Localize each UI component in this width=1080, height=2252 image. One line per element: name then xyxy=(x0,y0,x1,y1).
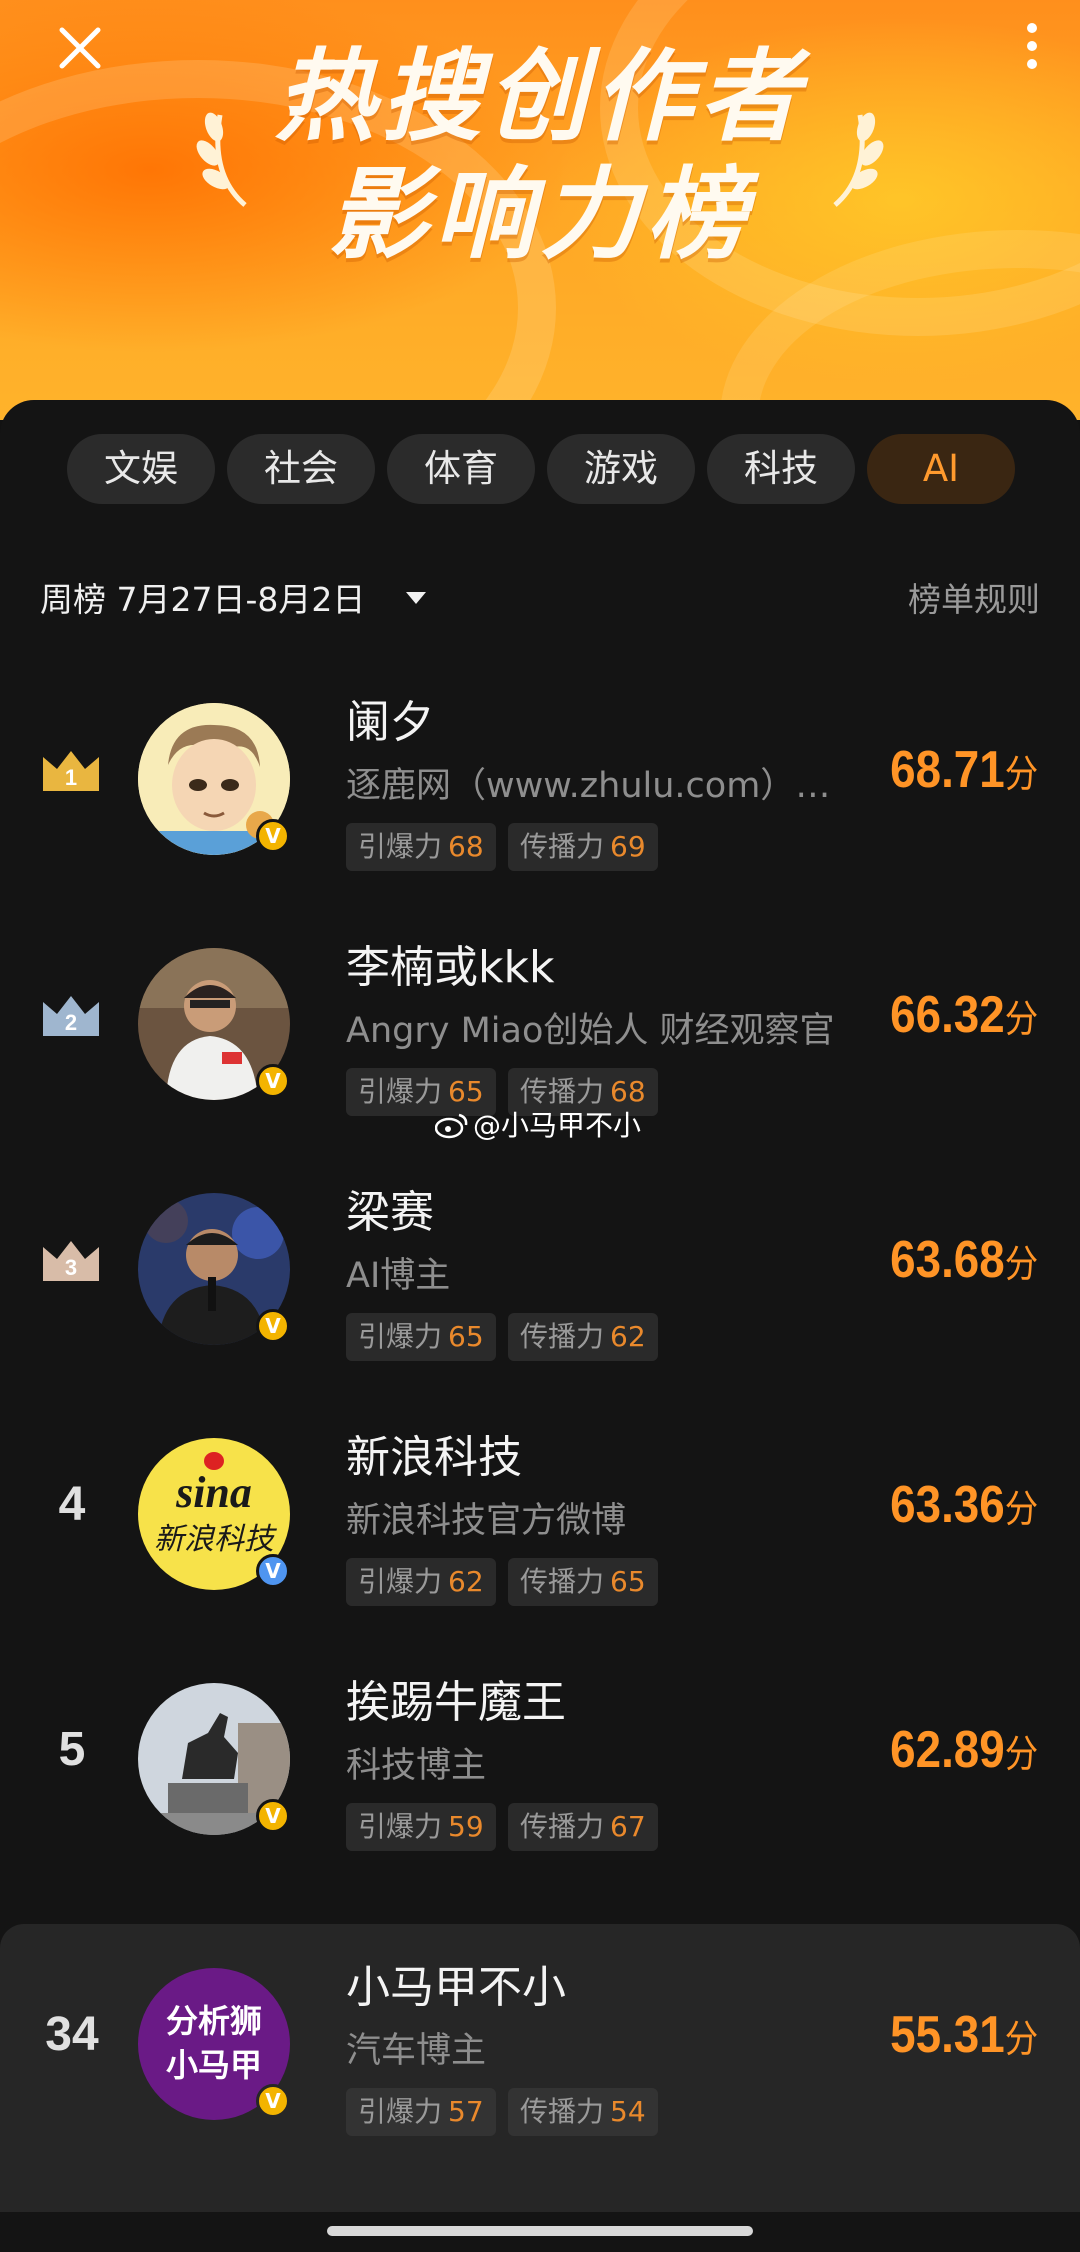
score: 63.36分 xyxy=(890,1476,1038,1534)
verified-badge-icon: V xyxy=(256,1309,290,1343)
creator-desc: Angry Miao创始人 财经观察官 xyxy=(346,1011,835,1051)
score: 63.68分 xyxy=(890,1231,1038,1289)
tab-keji[interactable]: 科技 xyxy=(707,434,855,504)
avatar-text: 分析狮 xyxy=(165,2002,262,2040)
creator-desc: 新浪科技官方微博 xyxy=(346,1501,627,1541)
score: 55.31分 xyxy=(890,2006,1038,2064)
burst-pill: 引爆力 65 xyxy=(346,1313,496,1361)
ranking-row[interactable]: 2 V 李楠或kkk Angry Miao创始人 财经观察官 引爆力 65 传播力… xyxy=(0,910,1080,1130)
sina-logo: sina xyxy=(176,1468,252,1517)
tab-wenyu[interactable]: 文娱 xyxy=(67,434,215,504)
period-row: 周榜 7月27日-8月2日 榜单规则 xyxy=(40,572,1040,628)
ranking-row[interactable]: 3 V 梁赛 AI博主 引爆力 65 传播力 62 63.68分 xyxy=(0,1155,1080,1375)
rank-number: 4 xyxy=(58,1478,86,1531)
creator-desc: 汽车博主 xyxy=(346,2031,487,2071)
rank-number: 34 xyxy=(45,2008,99,2061)
period-selector[interactable]: 周榜 7月27日-8月2日 xyxy=(40,572,365,628)
sina-eye-icon xyxy=(204,1452,224,1470)
caret-down-icon[interactable] xyxy=(406,592,426,604)
verified-badge-icon: V xyxy=(256,1799,290,1833)
bronze-crown-icon: 3 xyxy=(43,1241,99,1281)
burst-pill: 引爆力 68 xyxy=(346,823,496,871)
tab-youxi[interactable]: 游戏 xyxy=(547,434,695,504)
creator-name[interactable]: 小马甲不小 xyxy=(346,1958,566,2018)
rank-number: 5 xyxy=(58,1723,86,1776)
creator-desc: AI博主 xyxy=(346,1256,451,1296)
home-indicator[interactable] xyxy=(327,2226,753,2236)
burst-pill: 引爆力 57 xyxy=(346,2088,496,2136)
svg-text:3: 3 xyxy=(65,1255,77,1280)
burst-pill: 引爆力 59 xyxy=(346,1803,496,1851)
ranking-row[interactable]: 4 sina 新浪科技 V 新浪科技 新浪科技官方微博 引爆力 62 传播力 65 … xyxy=(0,1400,1080,1620)
creator-name[interactable]: 梁赛 xyxy=(346,1183,434,1243)
burst-pill: 引爆力 62 xyxy=(346,1558,496,1606)
score: 62.89分 xyxy=(890,1721,1038,1779)
page-title-line1: 热搜创作者 xyxy=(275,38,805,155)
weibo-icon xyxy=(435,1113,468,1139)
score: 66.32分 xyxy=(890,986,1038,1044)
score: 68.71分 xyxy=(890,741,1038,799)
page-title-line2: 影响力榜 xyxy=(328,156,752,273)
tab-shehui[interactable]: 社会 xyxy=(227,434,375,504)
tab-ai[interactable]: AI xyxy=(867,434,1015,504)
creator-name[interactable]: 挨踢牛魔王 xyxy=(346,1673,566,1733)
spread-pill: 传播力 62 xyxy=(508,1313,658,1361)
ranking-row[interactable]: 5 V 挨踢牛魔王 科技博主 引爆力 59 传播力 67 62.89分 xyxy=(0,1645,1080,1865)
creator-name[interactable]: 李楠或kkk xyxy=(346,938,554,998)
spread-pill: 传播力 67 xyxy=(508,1803,658,1851)
spread-pill: 传播力 69 xyxy=(508,823,658,871)
creator-name[interactable]: 新浪科技 xyxy=(346,1428,522,1488)
verified-badge-icon: V xyxy=(256,819,290,853)
creator-desc: 科技博主 xyxy=(346,1746,487,1786)
tab-tiyu[interactable]: 体育 xyxy=(387,434,535,504)
svg-text:1: 1 xyxy=(65,765,77,790)
avatar-text: 小马甲 xyxy=(165,2046,262,2084)
verified-badge-icon: V xyxy=(256,1064,290,1098)
spread-pill: 传播力 65 xyxy=(508,1558,658,1606)
verified-badge-icon: V xyxy=(256,1554,290,1588)
silver-crown-icon: 2 xyxy=(43,996,99,1036)
svg-text:2: 2 xyxy=(65,1010,77,1035)
verified-badge-icon: V xyxy=(256,2084,290,2118)
spread-pill: 传播力 54 xyxy=(508,2088,658,2136)
creator-name[interactable]: 阑夕 xyxy=(346,693,434,753)
gold-crown-icon: 1 xyxy=(43,751,99,791)
creator-desc: 逐鹿网（www.zhulu.com）创始人 xyxy=(346,766,836,806)
rules-link[interactable]: 榜单规则 xyxy=(908,572,1040,628)
watermark: @小马甲不小 xyxy=(435,1106,641,1146)
header-banner: 热搜创作者 影响力榜 xyxy=(0,0,1080,420)
ranking-row[interactable]: 1 V 阑夕 逐鹿网（www.zhulu.com）创始人 引爆力68 传播力69… xyxy=(0,665,1080,885)
page-title: 热搜创作者 影响力榜 xyxy=(0,38,1080,274)
my-rank-row[interactable]: 34 分析狮 小马甲 V 小马甲不小 汽车博主 引爆力 57 传播力 54 55.3… xyxy=(0,1930,1080,2150)
